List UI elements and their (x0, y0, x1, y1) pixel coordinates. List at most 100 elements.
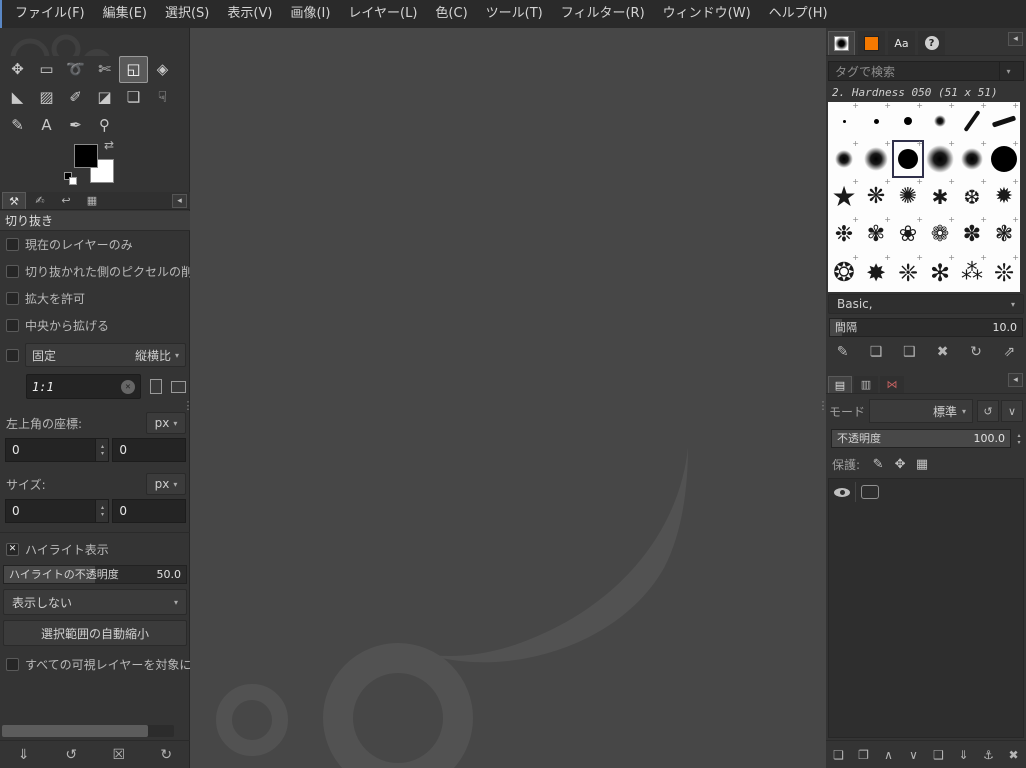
default-colors-icon[interactable] (64, 172, 80, 188)
lock-position-button[interactable]: ✥ (890, 455, 910, 473)
new-layer-button[interactable]: ❏ (829, 744, 849, 766)
brush-item-6[interactable] (828, 139, 860, 178)
tool-scissors-select[interactable]: ✄ (90, 56, 119, 83)
aspect-ratio-input[interactable]: 1:1 ✕ (26, 374, 141, 399)
brush-item-11[interactable] (988, 139, 1020, 178)
dock-tab-paths[interactable]: ⋈ (880, 376, 904, 393)
brush-item-16[interactable]: ❆ (956, 177, 988, 216)
size-width-input[interactable]: 0 (5, 499, 97, 523)
portrait-icon[interactable] (150, 379, 162, 394)
lower-layer-button[interactable]: ∨ (904, 744, 924, 766)
brush-item-18[interactable]: ❉ (828, 215, 860, 254)
visibility-eye-icon[interactable] (834, 484, 850, 500)
expand-from-center-checkbox[interactable] (6, 319, 19, 332)
highlight-checkbox[interactable]: ✕ (6, 543, 19, 556)
layer-mode-dropdown[interactable]: 標準 ▾ (869, 399, 973, 423)
menubar-item-colors[interactable]: 色(C) (426, 0, 476, 28)
brush-group-dropdown[interactable]: Basic, ▾ (828, 294, 1024, 314)
brush-item-25[interactable]: ✸ (860, 253, 892, 292)
scrollbar-handle[interactable] (2, 725, 148, 737)
menubar-item-edit[interactable]: 編集(E) (94, 0, 156, 28)
delete-layer-button[interactable]: ✖ (1004, 744, 1024, 766)
tool-ink[interactable]: ✒ (61, 112, 90, 139)
guides-dropdown[interactable]: 表示しない ▾ (3, 589, 187, 615)
mode-default-button[interactable]: ∨ (1001, 400, 1023, 422)
dock-menu-button[interactable]: ◂ (172, 194, 187, 208)
current-layer-only-checkbox[interactable] (6, 238, 19, 251)
menubar-item-view[interactable]: 表示(V) (218, 0, 281, 28)
tool-crop[interactable]: ◱ (119, 56, 148, 83)
menubar-item-layer[interactable]: レイヤー(L) (339, 0, 426, 28)
brush-item-24[interactable]: ❂ (828, 253, 860, 292)
size-height-input[interactable]: 0 (112, 499, 186, 523)
delete-cropped-pixels-checkbox[interactable] (6, 265, 19, 278)
tool-paths[interactable]: ✎ (3, 112, 32, 139)
highlight-opacity-slider[interactable]: ハイライトの不透明度 50.0 (3, 565, 187, 584)
position-y-input[interactable]: 0 (112, 438, 186, 462)
new-brush-button[interactable]: ❏ (864, 341, 888, 363)
panel-resize-handle[interactable]: ⋮ (183, 392, 194, 418)
layer-link-box[interactable] (861, 485, 879, 499)
duplicate-brush-button[interactable]: ❑ (897, 341, 921, 363)
brush-item-15[interactable]: ✱ (924, 177, 956, 216)
delete-tool-preset-button[interactable]: ☒ (107, 744, 131, 766)
menubar-item-help[interactable]: ヘルプ(H) (760, 0, 837, 28)
brush-tag-search[interactable]: タグで検索 ▾ (828, 61, 1024, 81)
tool-text[interactable]: A (32, 112, 61, 139)
dock-tab-brushes[interactable] (828, 31, 855, 55)
raise-layer-button[interactable]: ∧ (879, 744, 899, 766)
tool-smudge[interactable]: ☟ (148, 84, 177, 111)
edit-brush-button[interactable]: ✎ (831, 341, 855, 363)
open-brush-as-image-button[interactable]: ⇗ (997, 341, 1021, 363)
layer-row[interactable] (829, 479, 1023, 505)
foreground-color-swatch[interactable] (74, 144, 98, 168)
brush-item-8[interactable] (892, 139, 924, 178)
dock-tab-patterns[interactable] (858, 31, 885, 55)
spinner-buttons[interactable]: ▴ ▾ (96, 499, 110, 523)
brush-item-0[interactable] (828, 102, 860, 140)
brush-item-22[interactable]: ✽ (956, 215, 988, 254)
tool-zoom[interactable]: ⚲ (90, 112, 119, 139)
dock-menu-button[interactable]: ◂ (1008, 32, 1023, 46)
panel-resize-handle[interactable]: ⋮ (818, 392, 829, 418)
dock-tab-channels[interactable]: ▥ (854, 376, 878, 393)
new-layer-group-button[interactable]: ❐ (854, 744, 874, 766)
tool-eraser[interactable]: ◪ (90, 84, 119, 111)
brush-item-29[interactable]: ❊ (988, 253, 1020, 292)
brush-item-17[interactable]: ✹ (988, 177, 1020, 216)
fixed-aspect-dropdown[interactable]: 固定 縦横比 ▾ (25, 343, 186, 367)
tool-paintbrush[interactable]: ✐ (61, 84, 90, 111)
dock-tab-help[interactable]: ? (918, 31, 945, 55)
size-unit-dropdown[interactable]: px ▾ (146, 473, 186, 495)
brush-item-7[interactable] (860, 139, 892, 178)
save-tool-preset-button[interactable]: ⇓ (12, 744, 36, 766)
brush-item-19[interactable]: ✾ (860, 215, 892, 254)
brush-item-12[interactable]: ★ (828, 177, 860, 216)
landscape-icon[interactable] (171, 380, 186, 393)
delete-brush-button[interactable]: ✖ (931, 341, 955, 363)
autoshrink-button[interactable]: 選択範囲の自動縮小 (3, 620, 187, 646)
dock-tab-undo-history[interactable]: ↩ (54, 192, 78, 209)
layer-opacity-slider[interactable]: 不透明度 100.0 (831, 429, 1011, 448)
allow-growing-checkbox[interactable] (6, 292, 19, 305)
tool-bucket-fill[interactable]: ◣ (3, 84, 32, 111)
brush-item-2[interactable] (892, 102, 924, 140)
brush-item-3[interactable] (924, 102, 956, 140)
duplicate-layer-button[interactable]: ❑ (929, 744, 949, 766)
position-x-input[interactable]: 0 (5, 438, 97, 462)
dock-tab-pointer[interactable]: ▦ (80, 192, 104, 209)
layer-list[interactable] (828, 478, 1024, 738)
tool-free-select[interactable]: ➰ (61, 56, 90, 83)
brush-item-5[interactable] (988, 102, 1020, 140)
shrink-merged-checkbox[interactable] (6, 658, 19, 671)
brush-item-27[interactable]: ✻ (924, 253, 956, 292)
brush-item-4[interactable] (956, 102, 988, 140)
brush-spacing-slider[interactable]: 間隔 10.0 (829, 318, 1023, 337)
restore-tool-preset-button[interactable]: ↺ (59, 744, 83, 766)
brush-item-1[interactable] (860, 102, 892, 140)
dock-menu-button[interactable]: ◂ (1008, 373, 1023, 387)
brush-item-14[interactable]: ✺ (892, 177, 924, 216)
tool-gradient[interactable]: ▨ (32, 84, 61, 111)
clear-icon[interactable]: ✕ (121, 379, 135, 394)
lock-alpha-button[interactable]: ▦ (912, 455, 932, 473)
